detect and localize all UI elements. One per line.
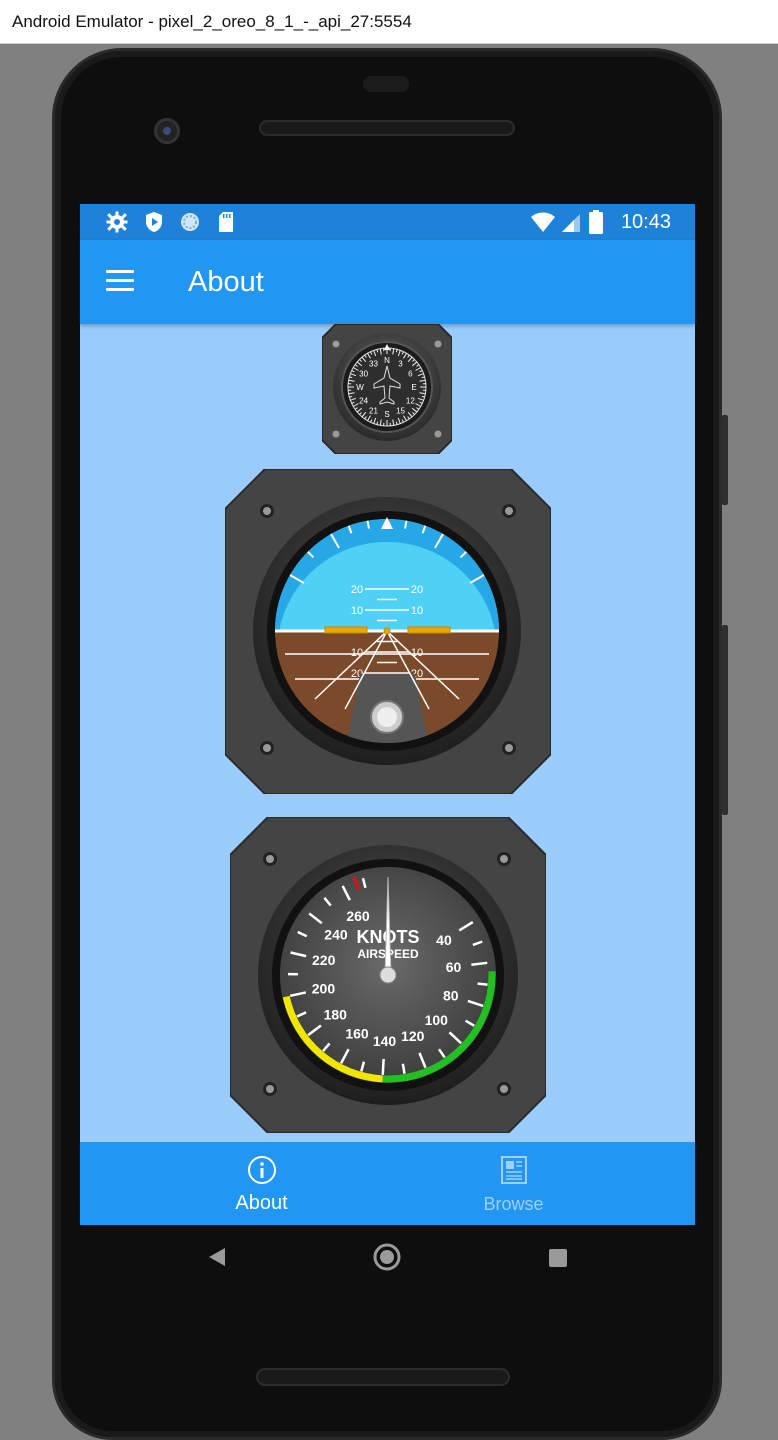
settings-icon xyxy=(106,211,128,233)
airspeed-label: 260 xyxy=(346,908,370,924)
heading-label: 12 xyxy=(406,397,415,406)
airspeed-indicator-gauge: 406080100120140160180200220240260 KNOTS … xyxy=(230,817,546,1133)
heading-label: 24 xyxy=(359,397,368,406)
heading-label: 33 xyxy=(369,360,378,369)
tab-label-browse: Browse xyxy=(483,1194,544,1214)
heading-label: S xyxy=(384,410,389,419)
status-time: 10:43 xyxy=(620,211,671,233)
volume-button[interactable] xyxy=(722,625,728,815)
bank-tick xyxy=(404,520,408,529)
airspeed-label: 180 xyxy=(324,1007,348,1023)
window-title: Android Emulator - pixel_2_oreo_8_1_-_ap… xyxy=(12,12,412,31)
sd-card-icon xyxy=(215,211,237,233)
aircraft-reference-symbol xyxy=(324,626,451,635)
battery-icon xyxy=(588,210,604,234)
tab-browse[interactable]: Browse xyxy=(360,1142,667,1225)
airspeed-label: 240 xyxy=(324,926,348,942)
airspeed-label: 160 xyxy=(345,1025,369,1041)
recents-icon[interactable] xyxy=(548,1248,568,1268)
status-bar: 10:43 xyxy=(80,204,695,240)
heading-label: E xyxy=(411,383,416,392)
pitch-label: 10 xyxy=(351,647,363,659)
proximity-sensor xyxy=(363,76,409,92)
airspeed-label: 120 xyxy=(401,1028,425,1044)
pitch-label: 20 xyxy=(411,584,423,596)
front-camera xyxy=(154,118,180,144)
airspeed-label: 60 xyxy=(446,959,462,975)
home-icon[interactable] xyxy=(372,1242,402,1272)
heading-label: 6 xyxy=(408,370,413,379)
back-icon[interactable] xyxy=(207,1246,227,1268)
wifi-icon xyxy=(530,211,556,233)
bottom-speaker xyxy=(256,1368,510,1386)
heading-label: 15 xyxy=(396,406,405,415)
airspeed-label: 40 xyxy=(436,932,452,948)
bezel-screw xyxy=(434,430,442,438)
heading-label: 3 xyxy=(398,360,403,369)
bottom-navigation: About Browse xyxy=(80,1142,695,1225)
sync-icon xyxy=(179,211,201,233)
airspeed-label: 100 xyxy=(425,1012,449,1028)
bezel-screw xyxy=(332,340,340,348)
emulator-titlebar: Android Emulator - pixel_2_oreo_8_1_-_ap… xyxy=(0,0,778,44)
heading-indicator-gauge: N 36 E 1215 S 2124 W 3033 xyxy=(322,324,452,454)
airspeed-tick xyxy=(401,1063,406,1074)
heading-label: W xyxy=(356,383,364,392)
airspeed-label: 80 xyxy=(443,987,459,1003)
pitch-label: 10 xyxy=(411,647,423,659)
signal-icon xyxy=(560,211,582,233)
hamburger-menu-icon[interactable] xyxy=(106,270,136,294)
app-bar: About xyxy=(80,240,695,324)
bezel-screw xyxy=(434,340,442,348)
heading-label: N xyxy=(384,356,390,365)
newspaper-icon xyxy=(500,1156,527,1184)
heading-label: 30 xyxy=(359,370,368,379)
pitch-label: 10 xyxy=(351,605,363,617)
info-icon xyxy=(247,1156,276,1184)
bank-tick xyxy=(366,520,370,529)
pitch-label: 20 xyxy=(351,584,363,596)
earpiece-speaker xyxy=(259,120,515,136)
power-button[interactable] xyxy=(722,415,728,505)
airspeed-tick xyxy=(477,982,488,986)
page-title: About xyxy=(188,266,264,298)
airspeed-label: 220 xyxy=(312,952,336,968)
airspeed-label: 140 xyxy=(373,1033,397,1049)
android-nav-bar xyxy=(80,1228,695,1292)
airspeed-label: 200 xyxy=(312,981,336,997)
heading-label: 21 xyxy=(369,406,378,415)
shield-play-icon xyxy=(143,211,165,233)
device-screen: 10:43 About N 3 6 E 12 15 S 21 24 W 30 33 xyxy=(80,204,695,1225)
bezel-screw xyxy=(332,430,340,438)
airspeed-tick xyxy=(381,1058,385,1075)
pitch-label: 10 xyxy=(411,605,423,617)
attitude-indicator-gauge: 20 2010 1010 1020 20 xyxy=(225,469,551,794)
